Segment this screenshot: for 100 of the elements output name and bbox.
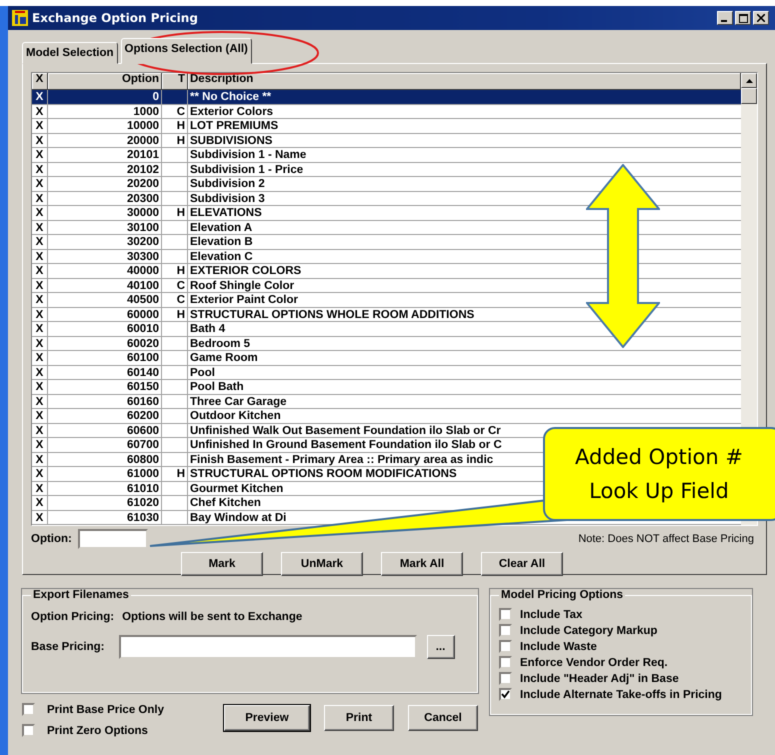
table-cell: 40500: [48, 293, 162, 306]
browse-button[interactable]: ...: [426, 635, 454, 659]
table-cell: 60200: [48, 409, 162, 422]
table-cell: C: [162, 104, 188, 118]
option-label: Option:: [31, 533, 72, 545]
table-cell: 1000: [48, 104, 162, 118]
table-row[interactable]: X 0 ** No Choice **: [32, 90, 741, 104]
checkbox[interactable]: [499, 672, 512, 685]
column-header[interactable]: X: [32, 73, 48, 89]
window-title: Exchange Option Pricing: [32, 11, 198, 25]
checkbox[interactable]: [22, 703, 35, 716]
column-header[interactable]: Option: [48, 73, 162, 89]
table-cell-text: Exterior Colors: [189, 104, 274, 118]
checkbox[interactable]: [499, 688, 512, 701]
table-cell: 60700: [48, 438, 162, 452]
column-header[interactable]: T: [162, 73, 188, 89]
group-title: Model Pricing Options: [500, 589, 624, 601]
table-row[interactable]: X 1000 C Exterior Colors: [32, 104, 741, 119]
app-icon: [12, 10, 28, 26]
checkbox[interactable]: [499, 608, 512, 621]
up-arrow-icon[interactable]: [746, 78, 752, 82]
table-cell: 0: [48, 90, 162, 104]
checkbox-label: Print Base Price Only: [47, 704, 164, 716]
table-cell: X: [32, 308, 48, 321]
table-cell-text: Bath 4: [189, 322, 226, 336]
table-cell: X: [32, 409, 48, 422]
table-cell-text: Unfinished In Ground Basement Foundation ilo Slab or C: [189, 438, 503, 452]
mark-button[interactable]: Mark All: [381, 552, 463, 576]
action-button[interactable]: Cancel: [408, 705, 478, 731]
table-cell-text: STRUCTURAL OPTIONS WHOLE ROOM ADDITIONS: [189, 308, 476, 321]
table-row[interactable]: X 20101 Subdivision 1 - Name: [32, 148, 741, 162]
base-pricing-field[interactable]: [118, 635, 416, 659]
table-cell: 40000: [48, 264, 162, 278]
option-pricing-value: Options will be sent to Exchange: [122, 611, 302, 623]
table-row[interactable]: X 60100 Game Room: [32, 351, 741, 366]
checkbox[interactable]: [22, 724, 35, 737]
mark-button[interactable]: Clear All: [481, 552, 563, 576]
table-cell-text: ELEVATIONS: [189, 206, 263, 220]
table-cell: 61030: [48, 510, 162, 524]
tab[interactable]: Model Selection: [22, 42, 118, 64]
scroll-thumb[interactable]: [741, 88, 757, 104]
table-cell-text: Elevation B: [189, 235, 254, 248]
table-cell: X: [32, 336, 48, 350]
checkbox[interactable]: [499, 656, 512, 669]
table-cell: X: [32, 394, 48, 408]
table-cell: 20300: [48, 192, 162, 205]
table-cell: 60800: [48, 452, 162, 466]
table-cell: 61010: [48, 482, 162, 495]
table-cell-text: SUBDIVISIONS: [189, 134, 274, 147]
checkbox-label: Include Waste: [520, 640, 597, 652]
table-cell-text: STRUCTURAL OPTIONS ROOM MODIFICATIONS: [189, 467, 458, 480]
table-row[interactable]: X 60150 Pool Bath: [32, 380, 741, 394]
table-cell: 30000: [48, 206, 162, 220]
mark-button[interactable]: Mark: [181, 552, 263, 576]
table-cell: H: [162, 119, 188, 132]
action-button[interactable]: Print: [324, 705, 394, 731]
checkbox-label: Include "Header Adj" in Base: [520, 672, 679, 684]
table-cell-text: LOT PREMIUMS: [189, 119, 280, 132]
tab[interactable]: Options Selection (All): [120, 38, 252, 64]
table-cell: 20101: [48, 148, 162, 162]
table-row[interactable]: X 60140 Pool: [32, 366, 741, 380]
minimize-button[interactable]: [717, 11, 733, 25]
table-cell: 61000: [48, 467, 162, 480]
table-cell-text: Pool: [189, 366, 216, 379]
action-button[interactable]: Preview: [224, 705, 310, 731]
table-cell: X: [32, 134, 48, 147]
table-cell: X: [32, 264, 48, 278]
table-row[interactable]: X 60160 Three Car Garage: [32, 394, 741, 409]
table-cell: X: [32, 424, 48, 437]
close-icon: [757, 14, 765, 22]
table-cell: X: [32, 250, 48, 263]
column-header[interactable]: Description: [188, 73, 741, 89]
table-cell: 20102: [48, 162, 162, 176]
checkbox-label: Print Zero Options: [47, 724, 148, 736]
checkbox[interactable]: [499, 640, 512, 653]
table-cell: X: [32, 90, 48, 104]
table-cell: X: [32, 482, 48, 495]
option-input-field[interactable]: [78, 529, 148, 549]
table-cell: X: [32, 510, 48, 524]
close-button[interactable]: [753, 11, 769, 25]
table-cell: X: [32, 438, 48, 452]
table-cell-text: Elevation A: [189, 220, 254, 234]
group-title: Export Filenames: [32, 589, 130, 601]
table-cell: X: [32, 148, 48, 162]
table-row[interactable]: X 60200 Outdoor Kitchen: [32, 409, 741, 424]
table-cell: H: [162, 134, 188, 147]
table-cell: 60160: [48, 394, 162, 408]
maximize-icon: [738, 14, 748, 22]
mark-button[interactable]: UnMark: [281, 552, 363, 576]
table-cell: C: [162, 293, 188, 306]
table-cell: X: [32, 162, 48, 176]
checkbox-label: Include Tax: [520, 608, 582, 620]
table-cell: 30100: [48, 220, 162, 234]
table-row[interactable]: X 20000 H SUBDIVISIONS: [32, 134, 741, 148]
table-cell: 61020: [48, 496, 162, 510]
maximize-button[interactable]: [735, 11, 751, 25]
table-cell: 60020: [48, 336, 162, 350]
table-row[interactable]: X 10000 H LOT PREMIUMS: [32, 119, 741, 134]
checkbox[interactable]: [499, 624, 512, 637]
table-cell: X: [32, 220, 48, 234]
